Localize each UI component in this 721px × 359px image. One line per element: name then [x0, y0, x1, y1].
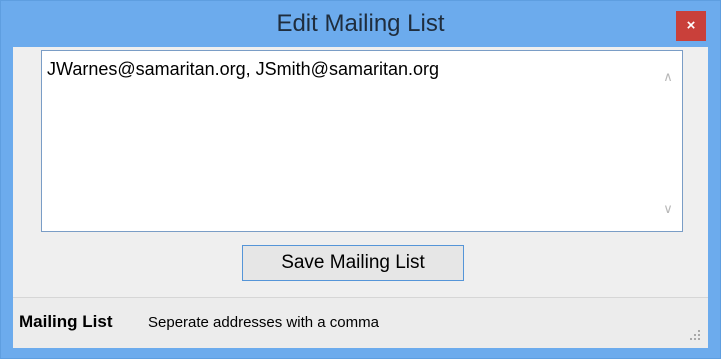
window-title: Edit Mailing List: [276, 10, 445, 37]
status-bar: Mailing List Seperate addresses with a c…: [13, 297, 708, 348]
status-hint: Seperate addresses with a comma: [148, 314, 379, 331]
dialog-body: JWarnes@samaritan.org, JSmith@samaritan.…: [13, 47, 708, 348]
mailing-list-value[interactable]: JWarnes@samaritan.org, JSmith@samaritan.…: [47, 59, 439, 80]
close-button[interactable]: ×: [676, 11, 706, 41]
title-bar[interactable]: Edit Mailing List ×: [1, 1, 720, 47]
resize-grip-icon[interactable]: [688, 330, 700, 342]
scroll-down-arrow-icon[interactable]: ∨: [654, 195, 682, 223]
mailing-list-textarea[interactable]: JWarnes@samaritan.org, JSmith@samaritan.…: [41, 50, 683, 232]
vertical-scrollbar[interactable]: ∧ ∨: [654, 51, 682, 231]
save-mailing-list-button[interactable]: Save Mailing List: [242, 245, 464, 281]
status-label: Mailing List: [19, 312, 113, 331]
scroll-up-arrow-icon[interactable]: ∧: [654, 63, 682, 91]
edit-mailing-list-window: Edit Mailing List × JWarnes@samaritan.or…: [0, 0, 721, 359]
